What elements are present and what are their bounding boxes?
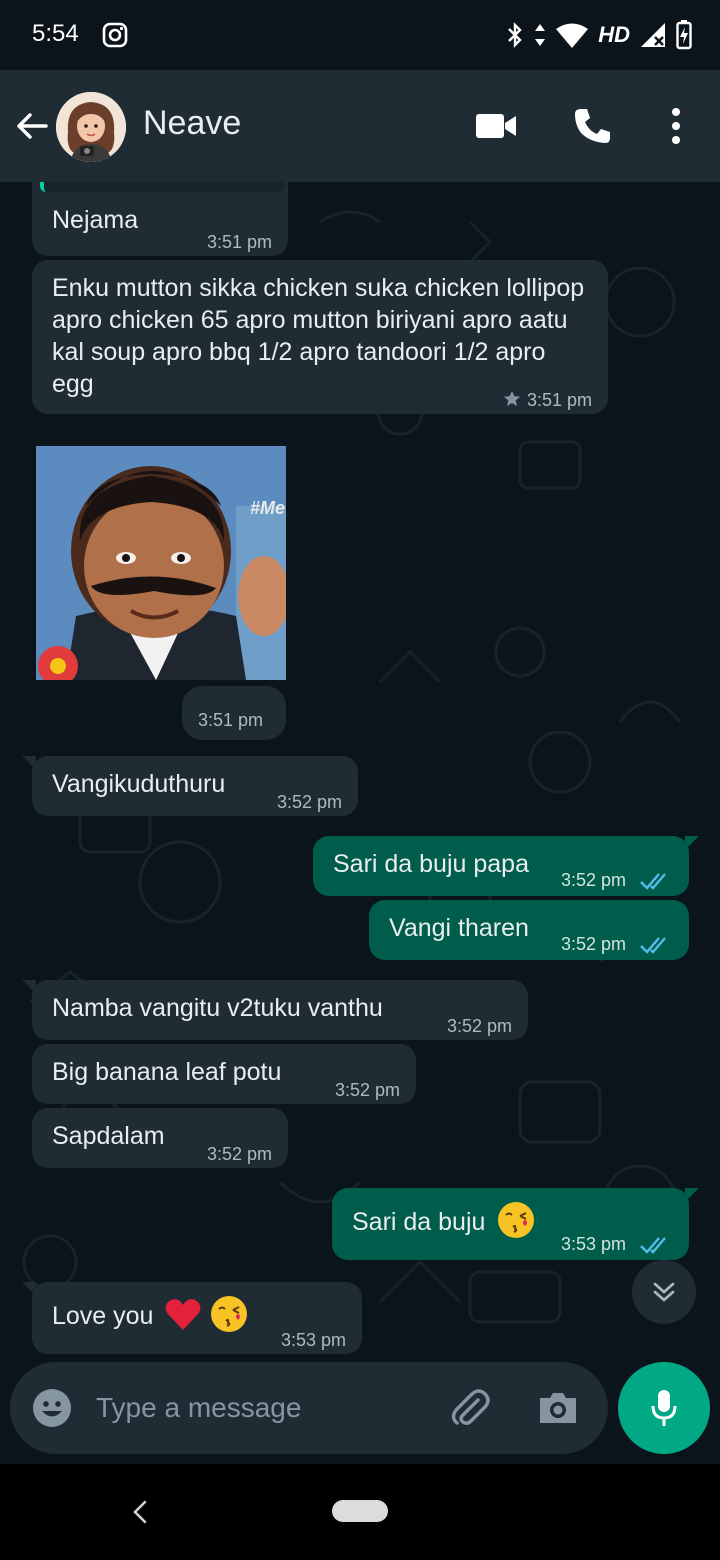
read-receipt-icon xyxy=(640,1237,666,1255)
nav-back-icon[interactable] xyxy=(128,1494,152,1530)
wifi-icon xyxy=(556,23,589,48)
image-message[interactable]: #Me xyxy=(36,446,286,680)
read-receipt-icon xyxy=(640,873,666,891)
message-bubble-incoming[interactable]: Namba vangitu v2tuku vanthu 3:52 pm xyxy=(22,980,528,1040)
message-input[interactable]: Type a message xyxy=(96,1392,301,1424)
attachment-icon[interactable] xyxy=(448,1386,492,1430)
message-text: Enku mutton sikka chicken suka chicken l… xyxy=(52,274,585,398)
back-arrow-icon[interactable] xyxy=(14,108,50,144)
message-text: Vangi tharen xyxy=(389,914,529,942)
more-options-icon[interactable] xyxy=(664,106,688,146)
message-bubble-incoming[interactable]: Vangikuduthuru 3:52 pm xyxy=(22,756,358,816)
signal-icon xyxy=(641,23,665,47)
message-time: 3:51 pm xyxy=(503,384,592,416)
emoji-icon[interactable] xyxy=(32,1388,72,1428)
message-time: 3:53 pm xyxy=(561,1228,671,1260)
bubble-tail xyxy=(22,756,36,770)
message-time-text: 3:53 pm xyxy=(560,1234,626,1254)
instagram-icon xyxy=(102,22,128,48)
video-call-icon[interactable] xyxy=(474,110,518,142)
message-time: 3:52 pm xyxy=(334,1080,400,1100)
system-navigation-bar xyxy=(0,1464,720,1560)
status-bar: 5:54 HD xyxy=(0,0,720,70)
kissing-face-emoji-icon xyxy=(498,1202,535,1239)
bubble-tail xyxy=(22,980,36,994)
scroll-to-bottom-button[interactable] xyxy=(632,1260,696,1324)
message-bubble-outgoing[interactable]: Sari da buju 3:53 pm xyxy=(332,1188,699,1260)
message-text: Nejama xyxy=(52,206,139,234)
message-bubble-incoming[interactable]: Love you 3:53 pm xyxy=(22,1282,362,1354)
star-icon xyxy=(503,390,521,407)
message-bubble-incoming[interactable]: Big banana leaf potu 3:52 pm xyxy=(32,1044,416,1104)
bubble-tail xyxy=(22,1282,36,1296)
message-text: Namba vangitu v2tuku vanthu xyxy=(52,994,383,1022)
photo-thumbnail xyxy=(36,446,286,680)
message-time: 3:52 pm xyxy=(561,928,671,960)
message-content: Love you xyxy=(52,1296,249,1334)
message-content: Sari da buju xyxy=(352,1202,536,1240)
chat-header: Neave xyxy=(0,70,720,182)
status-time: 5:54 xyxy=(32,20,79,47)
message-bubble-incoming[interactable]: Nejama 3:51 pm xyxy=(32,182,288,256)
message-time: 3:52 pm xyxy=(561,864,671,896)
message-time-text: 3:52 pm xyxy=(560,870,626,890)
avatar-illustration xyxy=(56,92,126,162)
bubble-tail xyxy=(685,1188,699,1202)
message-text: Sari da buju papa xyxy=(333,850,529,878)
avatar[interactable] xyxy=(56,92,126,162)
network-type-label: HD xyxy=(598,22,630,47)
voice-call-icon[interactable] xyxy=(572,106,612,146)
nav-home-pill[interactable] xyxy=(332,1500,388,1522)
image-overlay-text: #Me xyxy=(250,498,286,518)
message-bubble-outgoing[interactable]: Sari da buju papa 3:52 pm xyxy=(313,836,699,896)
image-time-chip: 3:51 pm xyxy=(182,686,286,740)
kissing-face-emoji-icon xyxy=(211,1296,248,1333)
message-bubble-incoming[interactable]: Sapdalam 3:52 pm xyxy=(32,1108,288,1168)
message-text: Vangikuduthuru xyxy=(52,770,226,798)
battery-icon xyxy=(676,20,692,50)
message-time: 3:52 pm xyxy=(446,1016,512,1036)
camera-icon[interactable] xyxy=(536,1386,580,1430)
voice-message-button[interactable] xyxy=(618,1362,710,1454)
bluetooth-icon xyxy=(508,22,522,48)
status-icons: HD xyxy=(506,18,692,52)
bubble-tail xyxy=(685,836,699,850)
data-arrows-icon xyxy=(535,24,546,46)
message-time-text: 3:52 pm xyxy=(560,934,626,954)
message-time: 3:53 pm xyxy=(280,1330,346,1350)
reply-quote xyxy=(40,182,284,192)
message-time: 3:51 pm xyxy=(206,232,272,252)
message-text: Sari da buju xyxy=(352,1208,486,1236)
message-bubble-incoming[interactable]: Enku mutton sikka chicken suka chicken l… xyxy=(32,260,608,414)
message-bubble-outgoing[interactable]: Vangi tharen 3:52 pm xyxy=(369,900,689,960)
message-text: Love you xyxy=(52,1302,154,1330)
red-heart-emoji-icon xyxy=(166,1299,201,1331)
message-text: Big banana leaf potu xyxy=(52,1058,282,1086)
message-time: 3:51 pm xyxy=(198,710,264,730)
message-composer[interactable]: Type a message xyxy=(10,1362,608,1454)
read-receipt-icon xyxy=(640,937,666,955)
microphone-icon xyxy=(651,1390,677,1426)
contact-name[interactable]: Neave xyxy=(143,104,241,143)
message-time-text: 3:51 pm xyxy=(526,390,592,410)
double-chevron-down-icon xyxy=(653,1282,675,1302)
message-time: 3:52 pm xyxy=(276,792,342,812)
message-time: 3:52 pm xyxy=(206,1144,272,1164)
message-text: Sapdalam xyxy=(52,1122,165,1150)
message-list[interactable]: Nejama 3:51 pm Enku mutton sikka chicken… xyxy=(0,182,720,1362)
